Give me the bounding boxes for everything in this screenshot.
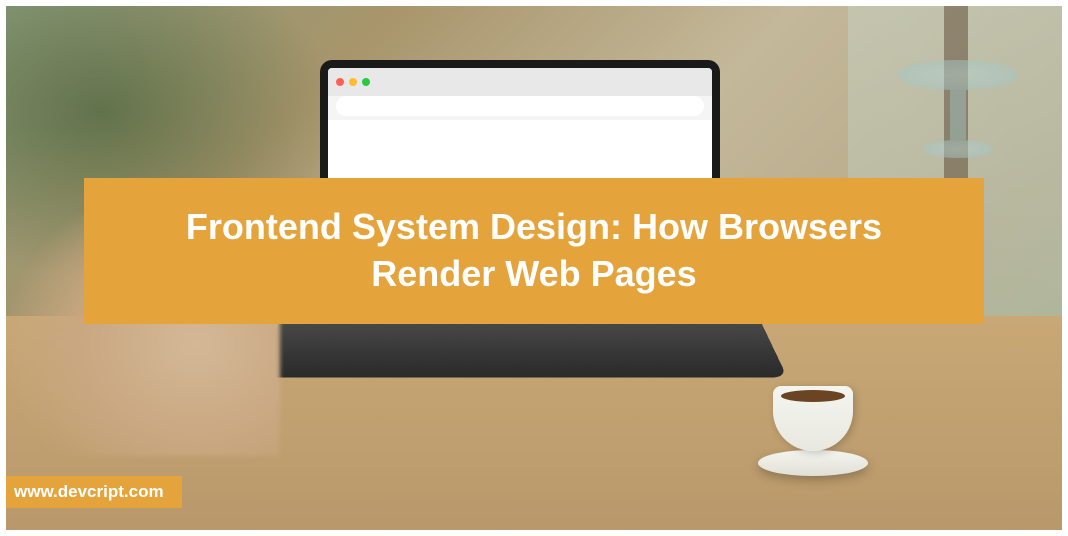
- browser-chrome: [328, 68, 712, 96]
- coffee-cup: [758, 386, 868, 476]
- coffee: [781, 390, 845, 402]
- site-url: www.devcript.com: [14, 482, 164, 502]
- site-brand-badge: www.devcript.com: [0, 476, 182, 508]
- traffic-light-close: [336, 78, 344, 86]
- article-title-overlay: Frontend System Design: How Browsers Ren…: [84, 178, 984, 324]
- traffic-light-maximize: [362, 78, 370, 86]
- laptop-keyboard: [253, 320, 788, 377]
- cake-stand: [888, 60, 1028, 160]
- article-title: Frontend System Design: How Browsers Ren…: [124, 204, 944, 298]
- browser-address-bar: [336, 96, 704, 116]
- article-hero-image: Google Frontend System Design: How Brows…: [0, 0, 1068, 536]
- traffic-light-minimize: [349, 78, 357, 86]
- saucer: [758, 450, 868, 476]
